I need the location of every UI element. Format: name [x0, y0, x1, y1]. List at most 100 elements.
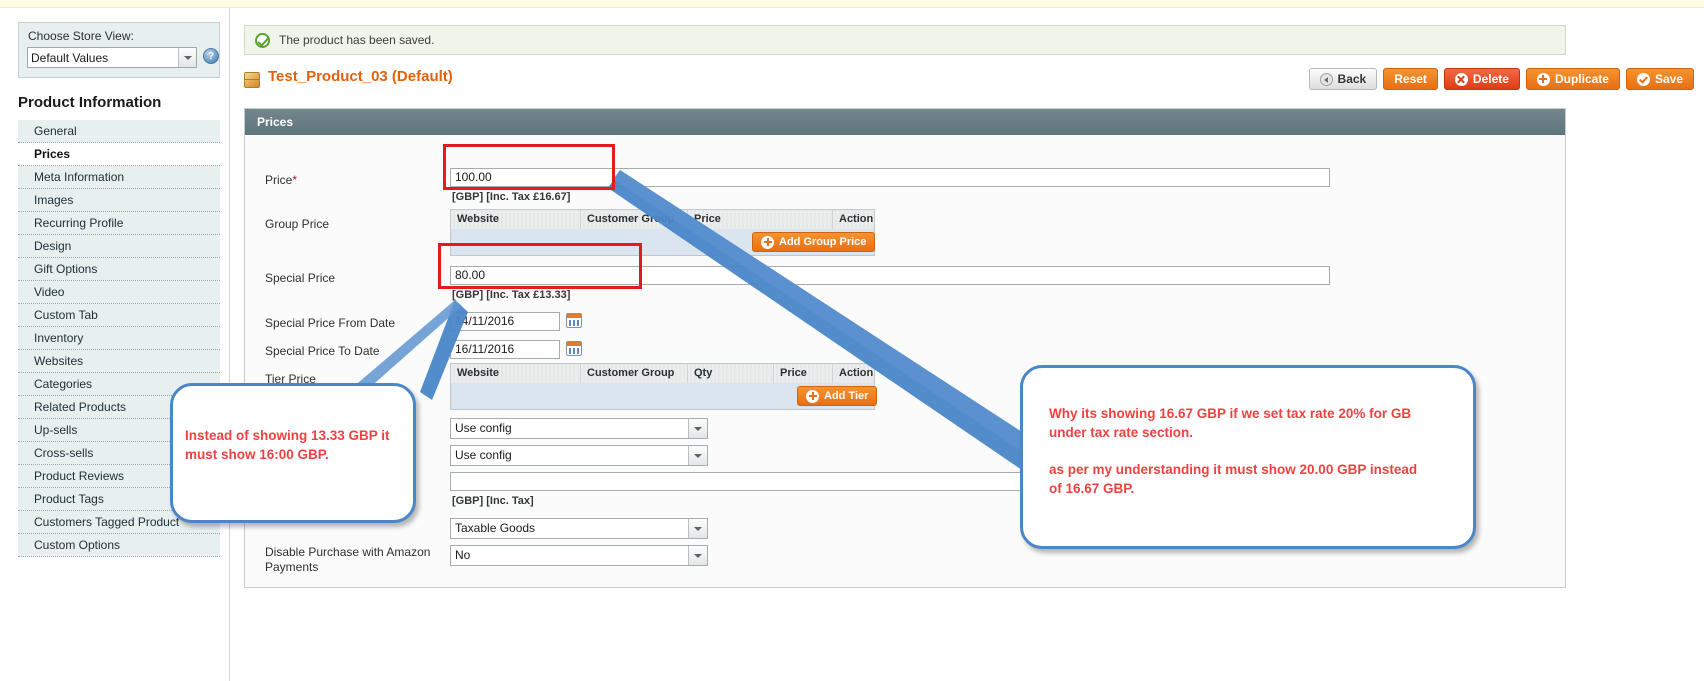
- special-price-label: Special Price: [265, 271, 335, 285]
- special-price-input[interactable]: 80.00: [450, 266, 1330, 285]
- back-button[interactable]: Back: [1309, 68, 1378, 90]
- sidebar-item-label: Product Reviews: [34, 469, 124, 483]
- callout-right-text-3: as per my understanding it must show 20.…: [1049, 460, 1479, 479]
- special-price-from-input[interactable]: 14/11/2016: [450, 312, 560, 331]
- column-qty: Qty: [688, 364, 774, 383]
- store-view-panel: Choose Store View: Default Values ?: [18, 22, 220, 78]
- chevron-down-icon: [178, 48, 196, 67]
- price-tax-note: [GBP] [Inc. Tax £16.67]: [452, 191, 570, 203]
- sidebar-item-design[interactable]: Design: [18, 235, 220, 258]
- help-icon[interactable]: ?: [203, 48, 219, 64]
- sidebar-item-label: Images: [34, 193, 73, 207]
- special-price-tax-note: [GBP] [Inc. Tax £13.33]: [452, 289, 570, 301]
- column-action: Action: [833, 210, 874, 229]
- sidebar-item-images[interactable]: Images: [18, 189, 220, 212]
- action-button-bar: Back Reset Delete Duplicate Save: [1309, 68, 1694, 90]
- main-content: The product has been saved. Test_Product…: [231, 8, 1704, 681]
- add-group-price-button[interactable]: Add Group Price: [752, 232, 875, 252]
- apply-map-select[interactable]: Use config: [450, 418, 708, 439]
- sidebar-item-label: Recurring Profile: [34, 216, 123, 230]
- duplicate-button[interactable]: Duplicate: [1526, 68, 1620, 90]
- column-price: Price: [774, 364, 833, 383]
- sidebar-item-custom-options[interactable]: Custom Options: [18, 534, 220, 557]
- sidebar-item-recurring-profile[interactable]: Recurring Profile: [18, 212, 220, 235]
- callout-right-text-1: Why its showing 16.67 GBP if we set tax …: [1049, 404, 1469, 423]
- callout-right-text-2: under tax rate section.: [1049, 423, 1469, 442]
- top-strip: [0, 0, 1704, 8]
- store-view-label: Choose Store View:: [28, 29, 134, 43]
- sidebar-item-websites[interactable]: Websites: [18, 350, 220, 373]
- column-website: Website: [451, 210, 581, 229]
- display-actual-price-select[interactable]: Use config: [450, 445, 708, 466]
- button-label: Duplicate: [1555, 72, 1609, 86]
- delete-x-icon: [1455, 73, 1468, 86]
- success-check-icon: [255, 33, 270, 48]
- screen-root: Choose Store View: Default Values ? Prod…: [0, 0, 1704, 681]
- button-label: Back: [1338, 72, 1367, 86]
- prices-panel-title: Prices: [245, 109, 1565, 135]
- sidebar-item-label: Video: [34, 285, 64, 299]
- store-view-selected-value: Default Values: [31, 51, 178, 65]
- sidebar-item-label: Inventory: [34, 331, 83, 345]
- tax-class-select[interactable]: Taxable Goods: [450, 518, 708, 539]
- special-price-to-input[interactable]: 16/11/2016: [450, 340, 560, 359]
- special-price-from-label: Special Price From Date: [265, 316, 395, 330]
- add-tier-button[interactable]: Add Tier: [797, 386, 877, 406]
- plus-icon: [806, 390, 819, 403]
- sidebar-item-label: Design: [34, 239, 71, 253]
- sidebar-item-label: Customers Tagged Product: [34, 515, 179, 529]
- price-label: Price*: [265, 173, 297, 187]
- sidebar-item-label: Cross-sells: [34, 446, 93, 460]
- callout-left-text: Instead of showing 13.33 GBP it must sho…: [185, 426, 409, 464]
- sidebar-item-label: Up-sells: [34, 423, 77, 437]
- store-view-select[interactable]: Default Values: [27, 47, 197, 68]
- special-price-to-label: Special Price To Date: [265, 344, 380, 358]
- left-sidebar: Choose Store View: Default Values ? Prod…: [0, 8, 230, 681]
- chevron-down-icon: [688, 546, 707, 565]
- price-input[interactable]: 100.00: [450, 168, 1330, 187]
- column-action: Action: [833, 364, 874, 383]
- sidebar-item-label: Product Tags: [34, 492, 104, 506]
- sidebar-item-label: Categories: [34, 377, 92, 391]
- tier-price-grid-header: Website Customer Group Qty Price Action: [451, 364, 874, 383]
- sidebar-item-label: Meta Information: [34, 170, 124, 184]
- sidebar-item-custom-tab[interactable]: Custom Tab: [18, 304, 220, 327]
- sidebar-item-prices[interactable]: Prices: [18, 143, 220, 166]
- sidebar-item-label: Websites: [34, 354, 83, 368]
- chevron-down-icon: [688, 519, 707, 538]
- save-button[interactable]: Save: [1626, 68, 1694, 90]
- calendar-icon[interactable]: [566, 313, 582, 328]
- sidebar-item-meta-information[interactable]: Meta Information: [18, 166, 220, 189]
- sidebar-item-general[interactable]: General: [18, 120, 220, 143]
- back-arrow-icon: [1320, 73, 1333, 86]
- sidebar-item-video[interactable]: Video: [18, 281, 220, 304]
- group-price-label: Group Price: [265, 217, 329, 231]
- column-website: Website: [451, 364, 581, 383]
- success-message: The product has been saved.: [244, 25, 1566, 55]
- callout-left: Instead of showing 13.33 GBP it must sho…: [170, 383, 416, 523]
- calendar-icon[interactable]: [566, 341, 582, 356]
- required-asterisk: *: [292, 173, 297, 187]
- callout-right: Why its showing 16.67 GBP if we set tax …: [1020, 365, 1476, 549]
- plus-icon: [761, 236, 774, 249]
- sidebar-item-inventory[interactable]: Inventory: [18, 327, 220, 350]
- reset-button[interactable]: Reset: [1383, 68, 1438, 90]
- callout-right-text-4: of 16.67 GBP.: [1049, 479, 1479, 498]
- page-title: Test_Product_03 (Default): [268, 68, 453, 85]
- sidebar-item-label: Prices: [34, 147, 70, 161]
- group-price-grid-header: Website Customer Group Price Action: [451, 210, 874, 229]
- sidebar-item-label: Related Products: [34, 400, 126, 414]
- column-customer-group: Customer Group: [581, 364, 688, 383]
- product-box-icon: [244, 72, 260, 88]
- delete-button[interactable]: Delete: [1444, 68, 1520, 90]
- sidebar-item-label: Gift Options: [34, 262, 97, 276]
- sidebar-item-label: General: [34, 124, 77, 138]
- sidebar-item-gift-options[interactable]: Gift Options: [18, 258, 220, 281]
- sidebar-item-label: Custom Options: [34, 538, 120, 552]
- disable-amazon-select[interactable]: No: [450, 545, 708, 566]
- sidebar-item-label: Custom Tab: [34, 308, 98, 322]
- button-label: Delete: [1473, 72, 1509, 86]
- button-label: Save: [1655, 72, 1683, 86]
- column-customer-group: Customer Group: [581, 210, 688, 229]
- button-label: Reset: [1394, 72, 1427, 86]
